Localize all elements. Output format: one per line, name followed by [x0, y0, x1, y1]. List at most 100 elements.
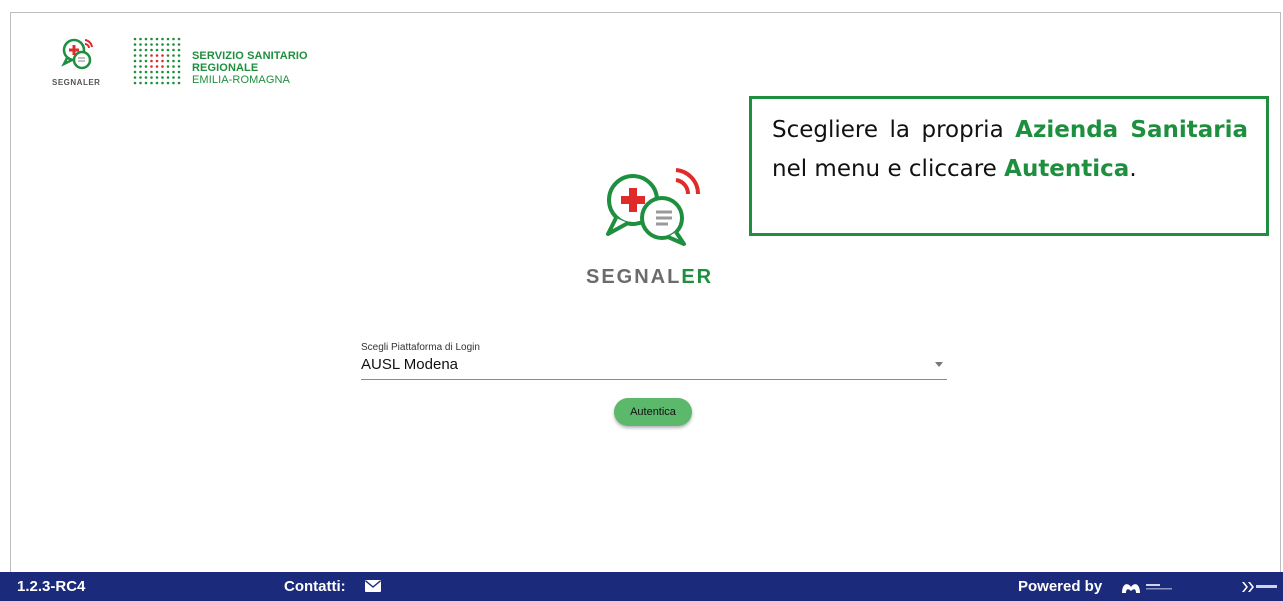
ssr-dot: [166, 43, 170, 46]
version-label: 1.2.3-RC4: [17, 578, 86, 595]
autentica-button[interactable]: Autentica: [614, 398, 692, 426]
ssr-dot: [161, 59, 164, 63]
ssr-dot: [150, 59, 153, 63]
ssr-dot: [155, 70, 159, 74]
ssr-dot: [133, 59, 137, 63]
ssr-dot: [144, 65, 148, 68]
window-left-border: [0, 12, 11, 572]
ssr-dot: [150, 81, 153, 85]
ssr-dot: [139, 48, 142, 52]
ssr-dot: [133, 54, 137, 57]
segnaler-wordmark: SEGNALER: [586, 266, 713, 289]
ssr-dot: [133, 65, 137, 68]
mail-icon[interactable]: [365, 580, 381, 592]
callout-highlight-azienda: Azienda Sanitaria: [1015, 117, 1248, 143]
ssr-dot: [150, 54, 153, 57]
ssr-dot: [177, 59, 181, 63]
ssr-dot: [166, 54, 170, 57]
ssr-dot: [161, 43, 164, 46]
ssr-line1: SERVIZIO SANITARIO REGIONALE: [192, 50, 308, 74]
ssr-dot: [161, 54, 164, 57]
ssr-dot: [161, 70, 164, 74]
ssr-dot: [139, 59, 142, 63]
ssr-dot: [166, 48, 170, 52]
powered-by-label: Powered by: [1018, 578, 1103, 595]
ssr-dot: [166, 76, 170, 79]
ssr-dot: [155, 59, 159, 63]
segnaler-header-logo[interactable]: SEGNALER: [52, 36, 122, 92]
ssr-dot: [172, 76, 175, 79]
vendor-logo-icon: [1122, 584, 1172, 593]
ssr-dot: [144, 43, 148, 46]
ssr-dot: [155, 76, 159, 79]
wordmark-main: SEGNAL: [586, 266, 682, 288]
ssr-dot: [139, 54, 142, 57]
ssr-dot: [166, 65, 170, 68]
ssr-dot: [161, 65, 164, 68]
ssr-dot: [150, 76, 153, 79]
ssr-dot: [144, 37, 148, 41]
footer-bar: 1.2.3-RC4 Contatti: Powered by: [0, 572, 1283, 601]
ssr-dot: [177, 65, 181, 68]
segnaler-chat-icon: [606, 168, 701, 246]
ssr-dot: [139, 65, 142, 68]
ssr-dot: [155, 54, 159, 57]
ssr-dot: [161, 48, 164, 52]
callout-highlight-autentica: Autentica: [1004, 156, 1130, 182]
wordmark-accent: ER: [681, 266, 714, 288]
callout-text-2: nel menu e cliccare: [772, 156, 1005, 182]
ssr-dot: [177, 81, 181, 85]
ssr-dot: [166, 37, 170, 41]
ssr-dot: [172, 70, 175, 74]
callout-text-1: Scegliere la propria: [772, 117, 1016, 143]
ssr-dot: [172, 54, 175, 57]
ssr-dot: [139, 43, 142, 46]
ssr-dot: [150, 43, 153, 46]
login-platform-value: AUSL Modena: [361, 356, 459, 373]
ssr-dot: [150, 48, 153, 52]
ssr-dot: [133, 76, 137, 79]
ssr-dot: [139, 70, 142, 74]
ssr-dot: [155, 48, 159, 52]
ssr-dot: [177, 54, 181, 57]
window-top-border: [0, 0, 1283, 13]
ssr-dot: [139, 37, 142, 41]
ssr-dot: [177, 37, 181, 41]
ssr-dot: [161, 81, 164, 85]
ssr-dot: [155, 81, 159, 85]
ssr-dot: [172, 81, 175, 85]
ssr-dot: [144, 48, 148, 52]
ssr-dot: [144, 70, 148, 74]
artexe-logo-icon: [1242, 582, 1277, 592]
ssr-dot: [172, 65, 175, 68]
ssr-line2: EMILIA-ROMAGNA: [192, 74, 290, 86]
ssr-dot: [161, 76, 164, 79]
ssr-dot: [155, 43, 159, 46]
ssr-dot: [133, 70, 137, 74]
ssr-dot: [139, 76, 142, 79]
ssr-dot: [133, 37, 137, 41]
login-platform-field[interactable]: AUSL Modena: [361, 355, 947, 380]
chevron-down-icon[interactable]: [935, 362, 943, 367]
ssr-dot: [177, 70, 181, 74]
ssr-dot: [172, 59, 175, 63]
ssr-dot: [172, 43, 175, 46]
login-platform-select[interactable]: Scegli Piattaforma di Login AUSL Modena: [361, 342, 947, 380]
ssr-dot: [166, 81, 170, 85]
ssr-dot: [133, 81, 137, 85]
ssr-dot: [133, 43, 137, 46]
ssr-dot: [166, 59, 170, 63]
ssr-dot: [177, 76, 181, 79]
login-platform-label: Scegli Piattaforma di Login: [361, 342, 480, 353]
callout-text-3: .: [1129, 156, 1137, 182]
segnaler-small-text: SEGNALER: [52, 78, 101, 87]
ssr-dot: [172, 48, 175, 52]
ssr-text: SERVIZIO SANITARIO REGIONALE EMILIA-ROMA…: [192, 50, 372, 86]
ssr-dot: [144, 54, 148, 57]
ssr-dot: [166, 70, 170, 74]
contacts-label: Contatti:: [284, 578, 346, 595]
ssr-dot: [155, 37, 159, 41]
ssr-dot: [150, 70, 153, 74]
ssr-dot: [177, 43, 181, 46]
ssr-dot: [150, 37, 153, 41]
